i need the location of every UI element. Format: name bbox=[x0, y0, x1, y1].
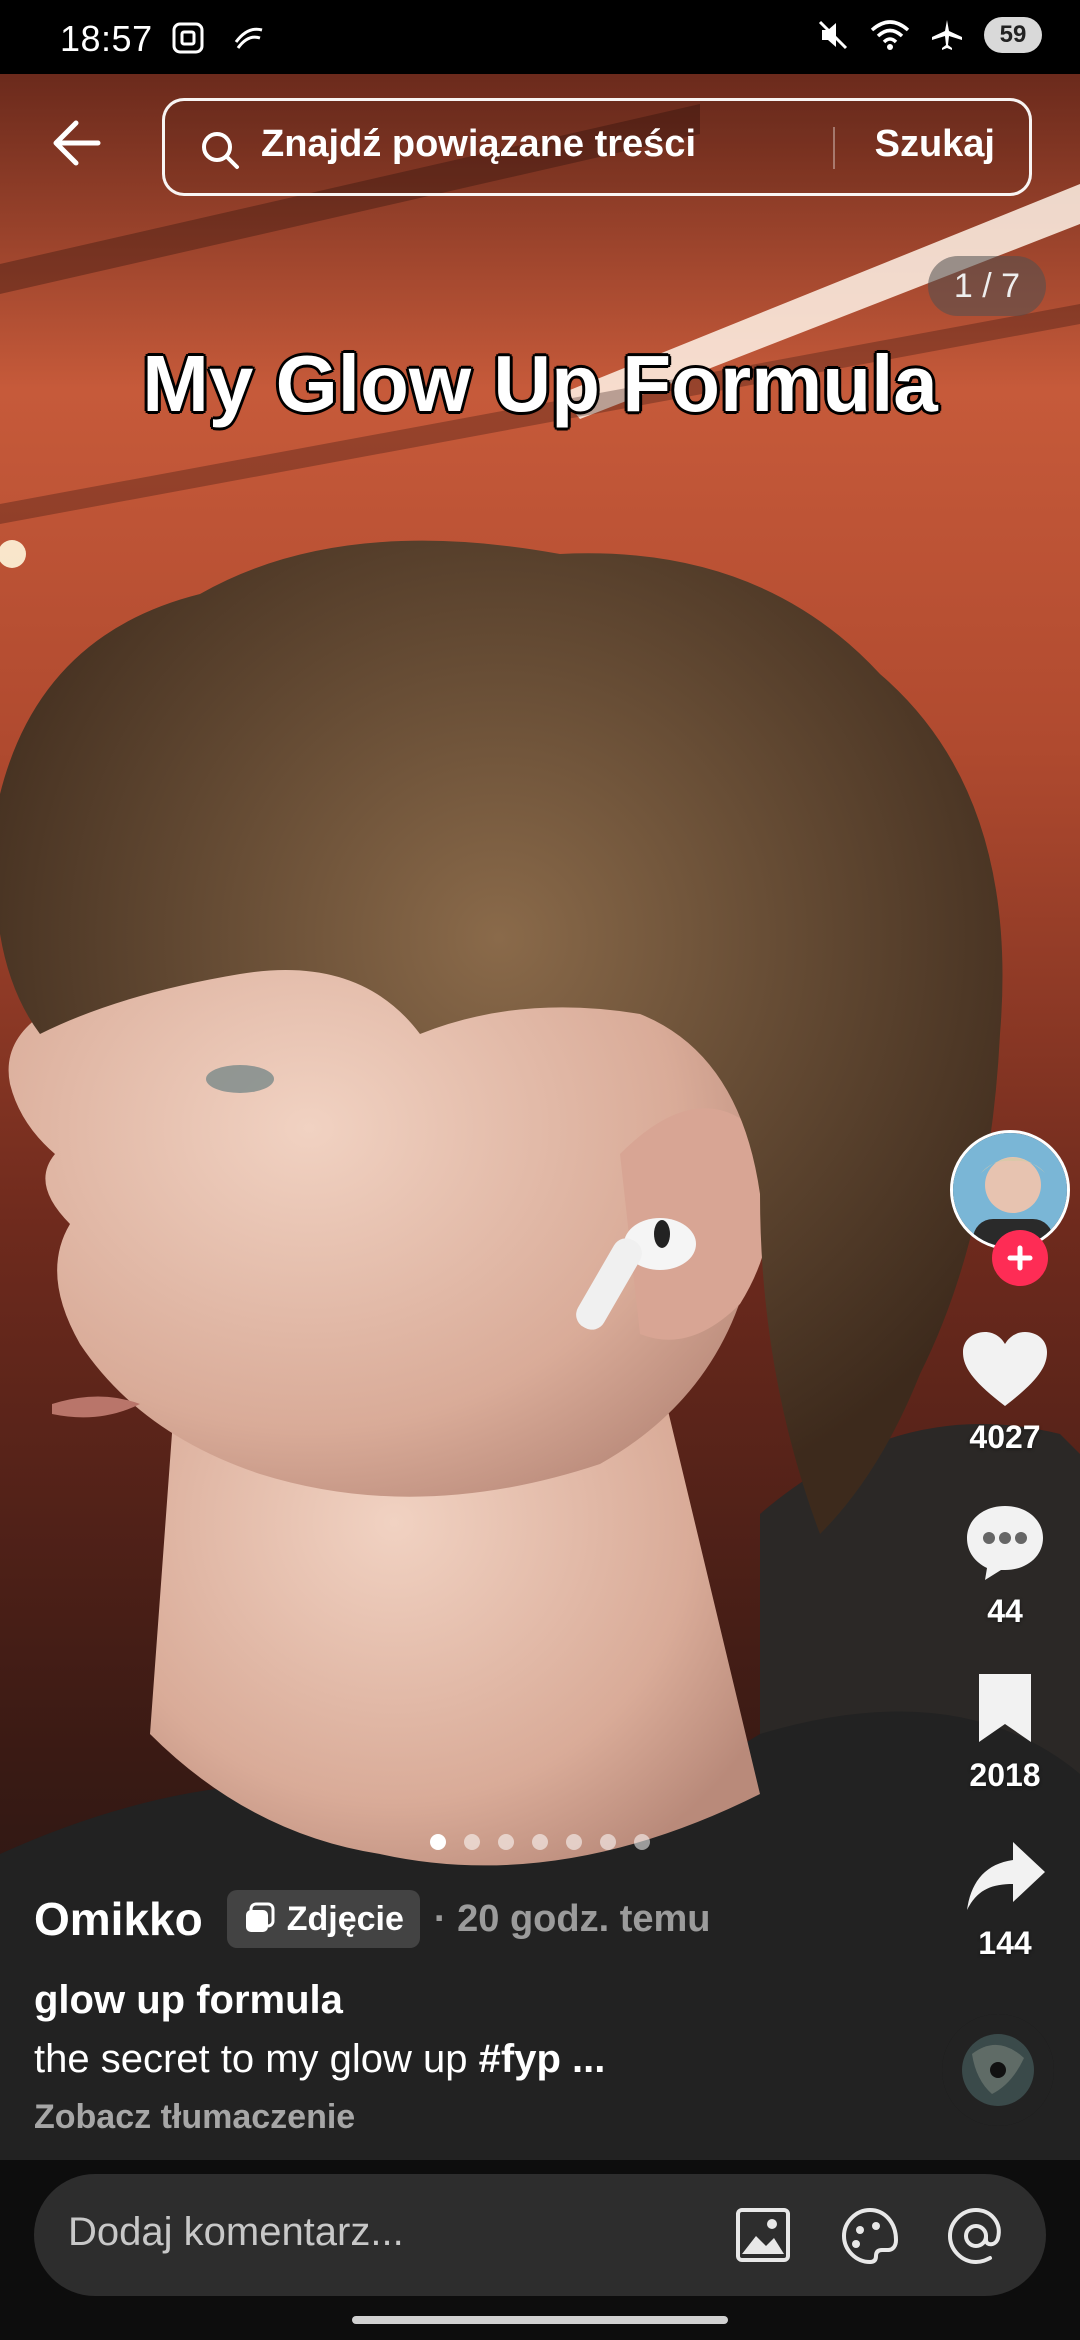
save-button[interactable]: 2018 bbox=[930, 1670, 1080, 1794]
photo-type-badge: Zdjęcie bbox=[226, 1890, 420, 1948]
author-row: Omikko Zdjęcie · 20 godz. temu bbox=[34, 1888, 914, 1950]
mention-icon[interactable] bbox=[946, 2206, 1006, 2266]
share-count: 144 bbox=[978, 1925, 1032, 1961]
slide-counter: 1 / 7 bbox=[928, 256, 1046, 316]
comment-bar: Dodaj komentarz... bbox=[0, 2160, 1080, 2340]
like-button[interactable]: 4027 bbox=[930, 1330, 1080, 1456]
sound-cover-image bbox=[942, 2014, 1054, 2126]
more-ellipsis[interactable]: ... bbox=[561, 2037, 605, 2081]
overlay-title: My Glow Up Formula bbox=[142, 339, 938, 428]
slide-dot bbox=[634, 1834, 650, 1850]
heart-icon bbox=[963, 1332, 1047, 1406]
mute-icon bbox=[818, 20, 848, 50]
fan-icon bbox=[234, 27, 263, 49]
back-arrow-icon bbox=[53, 120, 101, 166]
status-time: 18:57 bbox=[60, 18, 153, 59]
photo-type-label: Zdjęcie bbox=[286, 1899, 404, 1938]
bookmark-icon bbox=[979, 1674, 1031, 1742]
home-indicator[interactable] bbox=[352, 2316, 728, 2324]
airplane-icon bbox=[932, 20, 962, 50]
search-divider bbox=[833, 127, 835, 169]
search-input[interactable]: Znajdź powiązane treści bbox=[261, 123, 696, 166]
comment-placeholder: Dodaj komentarz... bbox=[68, 2210, 404, 2254]
share-button[interactable]: 144 bbox=[930, 1838, 1080, 1962]
status-left-icons bbox=[170, 20, 266, 56]
photo-stack-icon bbox=[245, 1902, 275, 1932]
slide-dot bbox=[464, 1834, 480, 1850]
like-count: 4027 bbox=[969, 1419, 1041, 1455]
battery-indicator: 59 bbox=[984, 17, 1042, 53]
author-name[interactable]: Omikko bbox=[34, 1892, 203, 1946]
search-icon bbox=[202, 132, 239, 169]
search-button[interactable]: Szukaj bbox=[875, 123, 995, 166]
comment-input[interactable]: Dodaj komentarz... bbox=[34, 2174, 1046, 2296]
back-button[interactable] bbox=[48, 115, 128, 185]
hashtag-link[interactable]: #fyp bbox=[479, 2037, 561, 2081]
share-arrow-icon bbox=[967, 1842, 1045, 1910]
save-count: 2018 bbox=[969, 1757, 1041, 1793]
plus-icon bbox=[1007, 1245, 1033, 1271]
status-right-icons: 59 bbox=[816, 17, 1042, 53]
post-caption: Omikko Zdjęcie · 20 godz. temu glow up f… bbox=[34, 1888, 914, 2137]
search-bar[interactable]: Znajdź powiązane treści Szukaj bbox=[162, 98, 1032, 196]
image-icon[interactable] bbox=[734, 2206, 792, 2264]
slide-dot bbox=[566, 1834, 582, 1850]
post-time: · 20 godz. temu bbox=[433, 1897, 711, 1940]
slide-dot bbox=[532, 1834, 548, 1850]
post-title: glow up formula bbox=[34, 1978, 343, 2022]
status-bar: 18:57 59 bbox=[0, 0, 1080, 74]
wifi-icon bbox=[870, 20, 910, 50]
comment-button[interactable]: 44 bbox=[930, 1502, 1080, 1630]
slide-dot bbox=[498, 1834, 514, 1850]
slide-indicator bbox=[430, 1834, 650, 1850]
slide-dot bbox=[600, 1834, 616, 1850]
follow-button[interactable] bbox=[992, 1230, 1048, 1286]
slide-dot bbox=[430, 1834, 446, 1850]
description-text: the secret to my glow up bbox=[34, 2037, 468, 2081]
screenshot-icon bbox=[172, 22, 204, 54]
see-translation-link[interactable]: Zobacz tłumaczenie bbox=[34, 2098, 914, 2137]
tiktok-photo-post-screen: 18:57 59 Znajdź powiązane treści Szukaj … bbox=[0, 0, 1080, 2340]
sound-disc[interactable] bbox=[942, 2014, 1054, 2126]
comment-icon bbox=[967, 1506, 1043, 1580]
sticker-icon[interactable] bbox=[840, 2206, 900, 2266]
comment-count: 44 bbox=[987, 1593, 1023, 1629]
post-description[interactable]: the secret to my glow up #fyp ... bbox=[34, 2037, 914, 2082]
